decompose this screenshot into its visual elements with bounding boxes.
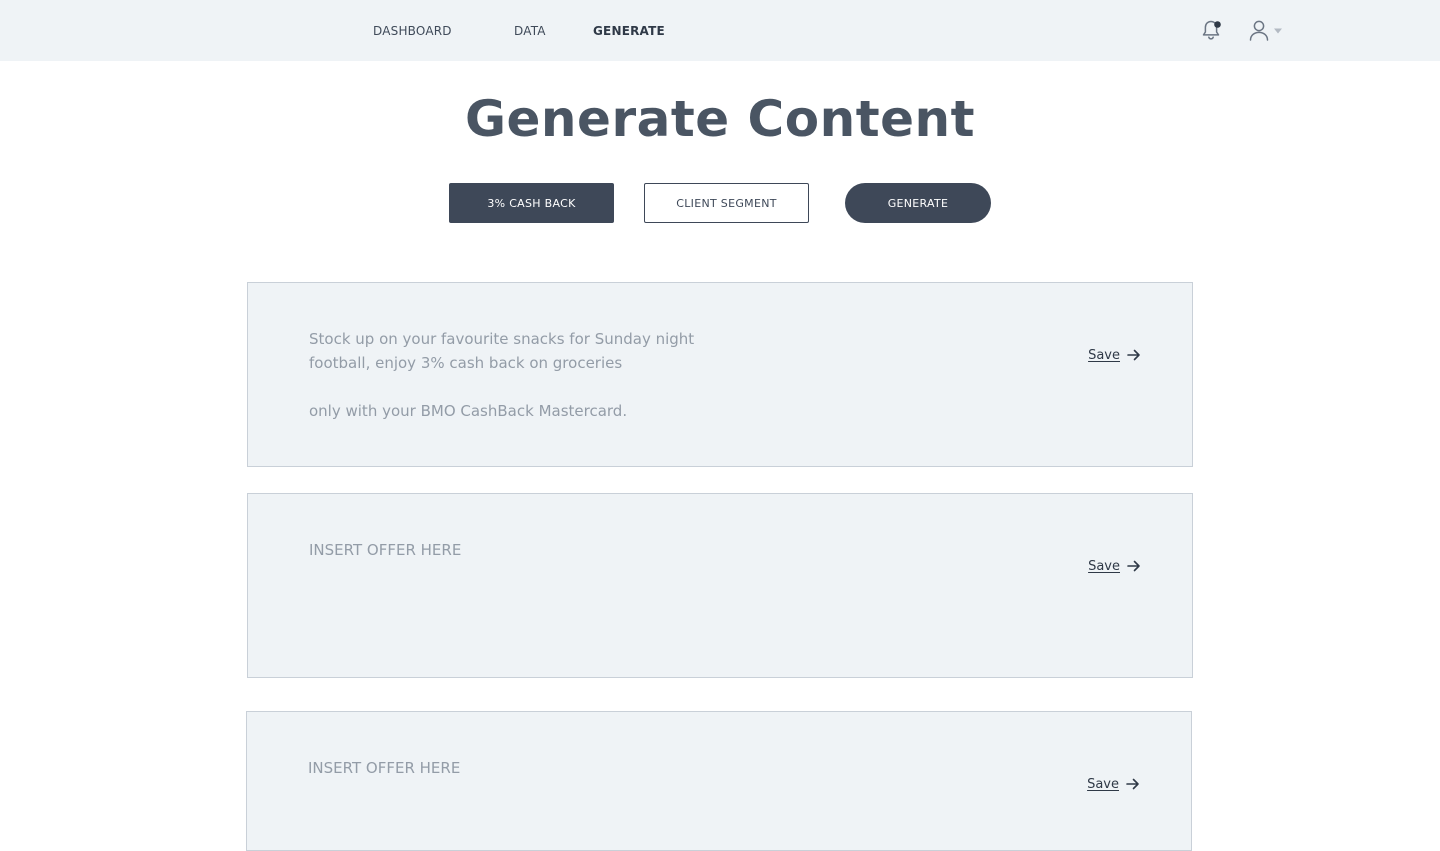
offer-card: INSERT OFFER HERE Save: [247, 493, 1193, 678]
nav-dashboard[interactable]: DASHBOARD: [373, 23, 452, 39]
client-segment-button[interactable]: CLIENT SEGMENT: [644, 183, 809, 223]
top-nav: DASHBOARD DATA GENERATE: [0, 0, 1440, 61]
arrow-right-icon: [1127, 349, 1140, 361]
nav-data[interactable]: DATA: [514, 23, 546, 39]
offer-text[interactable]: INSERT OFFER HERE: [309, 538, 729, 562]
save-button[interactable]: Save: [1088, 558, 1142, 574]
caret-down-icon: [1274, 28, 1282, 34]
save-label: Save: [1087, 776, 1119, 792]
save-label: Save: [1088, 347, 1120, 363]
bell-icon: [1202, 20, 1221, 40]
notifications-button[interactable]: [1198, 17, 1224, 43]
notification-dot: [1214, 21, 1221, 28]
nav-generate[interactable]: GENERATE: [593, 23, 665, 39]
cash-back-offer-button[interactable]: 3% CASH BACK: [449, 183, 614, 223]
user-menu[interactable]: [1247, 17, 1285, 43]
arrow-right-icon: [1127, 560, 1140, 572]
generate-button[interactable]: GENERATE: [845, 183, 991, 223]
arrow-right-icon: [1126, 778, 1139, 790]
offer-text[interactable]: INSERT OFFER HERE: [308, 756, 728, 780]
save-button[interactable]: Save: [1087, 776, 1141, 792]
offer-card: Stock up on your favourite snacks for Su…: [247, 282, 1193, 467]
save-button[interactable]: Save: [1088, 347, 1142, 363]
offer-text[interactable]: Stock up on your favourite snacks for Su…: [309, 327, 729, 423]
save-label: Save: [1088, 558, 1120, 574]
offer-card: INSERT OFFER HERE Save: [246, 711, 1192, 851]
page-title: Generate Content: [464, 90, 976, 148]
